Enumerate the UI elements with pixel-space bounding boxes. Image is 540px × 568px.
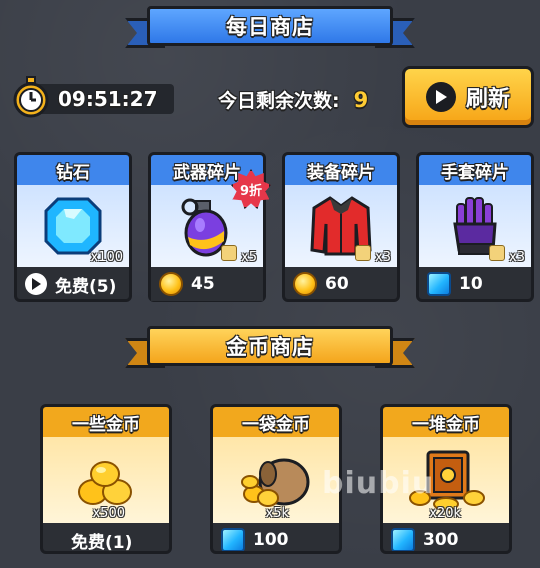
item-art: x500: [43, 437, 169, 523]
shop-item-equipment-fragment[interactable]: 装备碎片 x3 60: [282, 152, 400, 302]
remaining-label: 今日剩余次数:: [218, 90, 340, 112]
refresh-label: 刷新: [465, 87, 510, 112]
refresh-button[interactable]: 刷新: [402, 66, 534, 128]
fragment-icon: [355, 245, 371, 261]
gem-icon: [221, 528, 245, 551]
item-price: 300: [423, 530, 459, 550]
price-row: 100: [213, 523, 339, 551]
price-row: 60: [285, 267, 397, 299]
diamond-icon: [44, 197, 102, 255]
coin-shop-banner: 金币商店: [125, 326, 415, 372]
remaining-attempts: 今日剩余次数: 9: [218, 86, 368, 113]
coin-pile-icon: [78, 461, 132, 505]
item-qty: x500: [92, 506, 125, 521]
daily-shop-title: 每日商店: [147, 6, 393, 46]
item-name: 一堆金币: [383, 407, 509, 437]
item-name: 手套碎片: [419, 155, 531, 185]
item-name: 一袋金币: [213, 407, 339, 437]
item-price: 10: [459, 274, 483, 294]
item-qty: x5k: [265, 506, 290, 521]
price-row: 免费(5): [17, 267, 129, 299]
shop-item-glove-fragment[interactable]: 手套碎片 x3 10: [416, 152, 534, 302]
price-row: 300: [383, 523, 509, 551]
item-price: 60: [325, 274, 349, 294]
shop-item-coins-small[interactable]: 一些金币 x500 免费(1): [40, 404, 172, 554]
item-qty: x20k: [429, 506, 461, 521]
daily-shop-banner: 每日商店: [125, 6, 415, 52]
refresh-timer: 09:51:27: [12, 76, 174, 118]
item-name: 装备碎片: [285, 155, 397, 185]
coin-bag-icon: [241, 458, 310, 507]
timer-text: 09:51:27: [34, 84, 174, 114]
gem-icon: [427, 272, 451, 296]
fragment-icon: [489, 245, 505, 261]
item-art: x5k: [213, 437, 339, 523]
gem-icon: [391, 528, 415, 551]
price-row: 免费(1): [43, 523, 169, 553]
coin-icon: [159, 272, 183, 296]
stopwatch-icon: [13, 76, 49, 118]
item-price: 45: [191, 274, 215, 294]
item-qty: x5: [241, 250, 257, 265]
item-qty: x3: [509, 250, 525, 265]
item-price: 100: [253, 530, 289, 550]
item-art: x3: [285, 185, 397, 267]
fragment-icon: [221, 245, 237, 261]
shop-item-weapon-fragment[interactable]: 9折 武器碎片 x5 45: [148, 152, 271, 302]
price-row: 10: [419, 267, 531, 299]
item-price: 免费(1): [71, 532, 133, 553]
remaining-count: 9: [353, 87, 369, 112]
item-name: 钻石: [17, 155, 129, 185]
coin-icon: [293, 272, 317, 296]
coin-shop-title: 金币商店: [147, 326, 393, 366]
item-name: 一些金币: [43, 407, 169, 437]
video-ad-icon: [25, 273, 47, 295]
item-qty: x100: [90, 250, 123, 265]
item-price: 免费(5): [55, 276, 117, 297]
item-qty: x3: [375, 250, 391, 265]
item-art: x3: [419, 185, 531, 267]
shop-item-diamond[interactable]: 钻石 x100 免费(5): [14, 152, 132, 302]
video-play-icon: [425, 82, 456, 112]
price-row: 45: [151, 267, 263, 301]
item-art: x100: [17, 185, 129, 267]
watermark: biubiu: [322, 466, 435, 501]
